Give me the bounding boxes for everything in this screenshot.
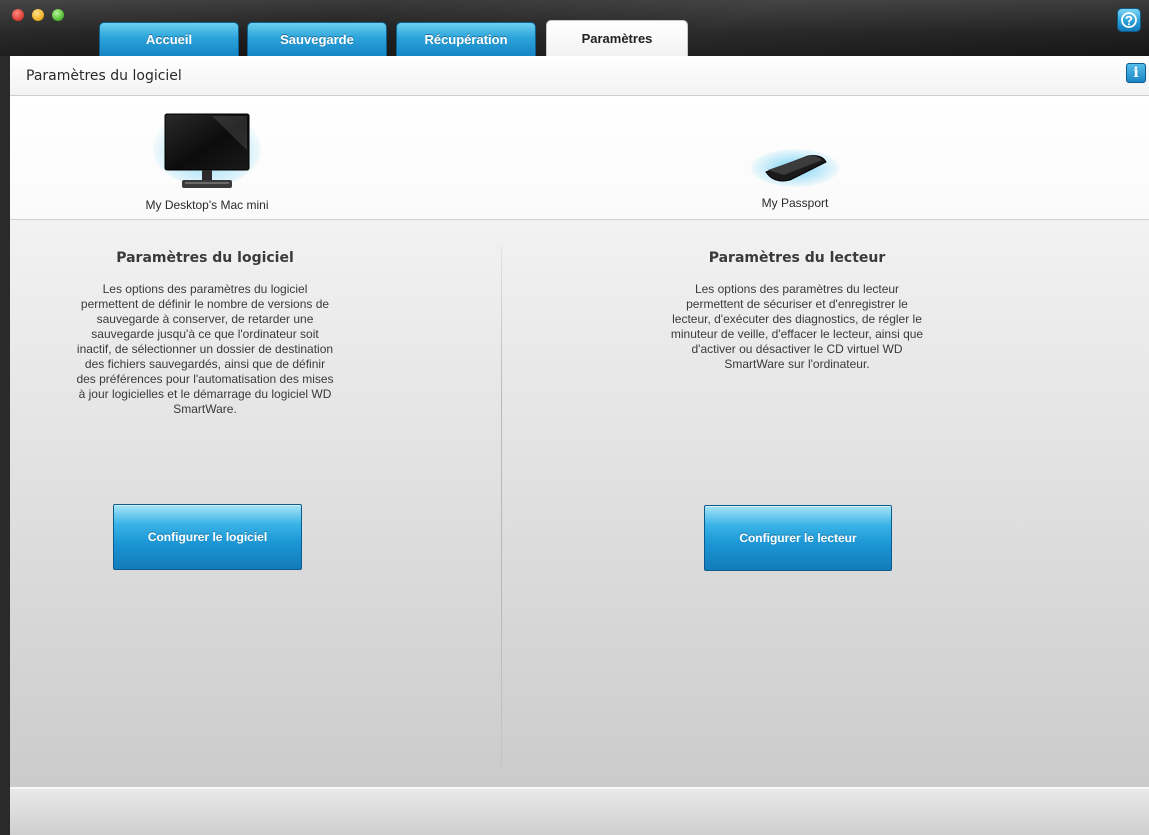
page-header: Paramètres du logiciel i (10, 56, 1149, 96)
tab-recuperation[interactable]: Récupération (396, 22, 536, 56)
software-settings-heading: Paramètres du logiciel (116, 250, 294, 266)
minimize-window-button[interactable] (32, 9, 44, 21)
drive-settings-description: Les options des paramètres du lecteur pe… (670, 282, 924, 371)
drive-settings-panel: Paramètres du lecteur Les options des pa… (647, 250, 947, 372)
software-settings-panel: Paramètres du logiciel Les options des p… (55, 250, 355, 417)
configure-drive-button[interactable]: Configurer le lecteur (704, 505, 892, 571)
footer-bar (10, 787, 1149, 835)
panel-divider (501, 246, 502, 766)
monitor-icon (153, 110, 261, 188)
zoom-window-button[interactable] (52, 9, 64, 21)
hard-drive-icon (751, 149, 839, 187)
device-strip: My Desktop's Mac mini My Passport (10, 96, 1149, 220)
computer-label: My Desktop's Mac mini (145, 198, 269, 212)
configure-software-button[interactable]: Configurer le logiciel (113, 504, 302, 570)
drive-label: My Passport (761, 196, 829, 210)
title-bar: Accueil Sauvegarde Récupération Paramètr… (0, 0, 1149, 56)
software-settings-description: Les options des paramètres du logiciel p… (76, 282, 334, 416)
info-icon: i (1133, 65, 1139, 81)
info-button[interactable]: i (1126, 63, 1146, 83)
window-left-edge (0, 0, 10, 835)
help-icon (1121, 12, 1137, 28)
tab-parametres[interactable]: Paramètres (546, 20, 688, 56)
tab-accueil[interactable]: Accueil (99, 22, 239, 56)
page-title: Paramètres du logiciel (26, 68, 182, 84)
computer-device[interactable]: My Desktop's Mac mini (117, 110, 297, 212)
settings-main: Paramètres du logiciel Les options des p… (10, 220, 1149, 787)
close-window-button[interactable] (12, 9, 24, 21)
tab-sauvegarde[interactable]: Sauvegarde (247, 22, 387, 56)
help-button[interactable] (1117, 8, 1141, 32)
drive-device[interactable]: My Passport (710, 148, 880, 210)
drive-settings-heading: Paramètres du lecteur (708, 250, 886, 266)
